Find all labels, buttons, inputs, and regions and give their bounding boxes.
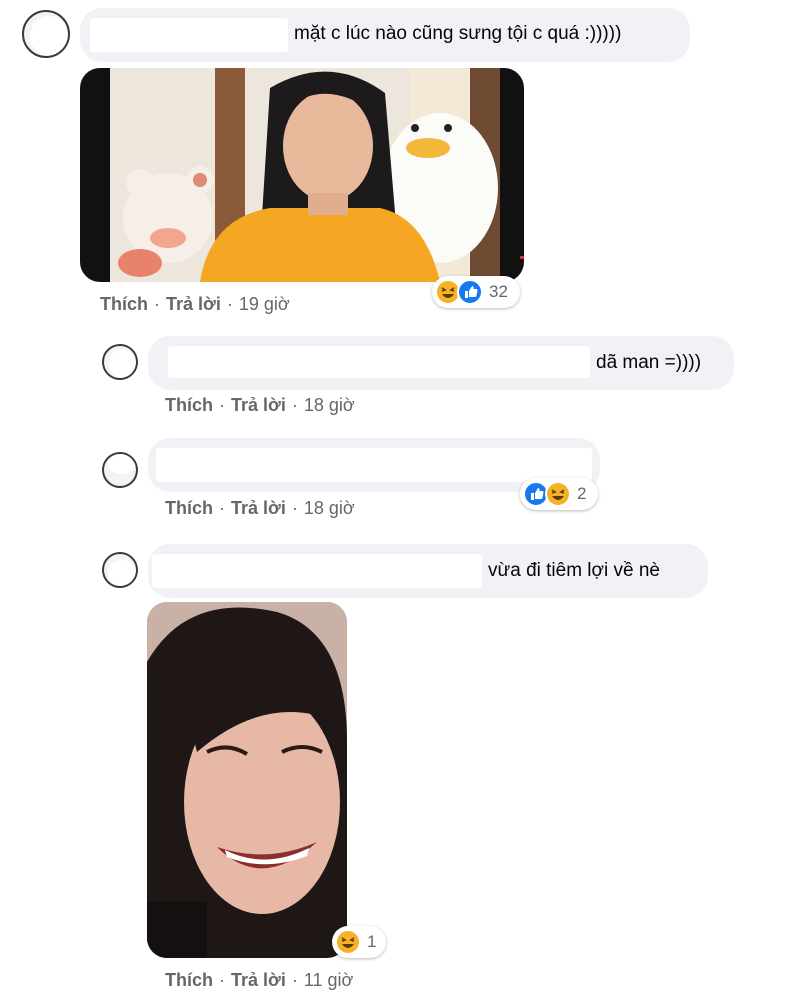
reaction-summary[interactable]: 2 [520, 478, 598, 510]
comment-text: mặt c lúc nào cũng sưng tội c quá :))))) [294, 23, 622, 44]
timestamp[interactable]: 19 giờ [239, 294, 290, 314]
reaction-summary[interactable]: 32 [432, 276, 520, 308]
comment-photo[interactable] [80, 68, 524, 282]
comment-text: vừa đi tiêm lợi về nè [488, 560, 660, 581]
reply-link[interactable]: Trả lời [231, 498, 286, 518]
comment-actions: Thích · Trả lời · 19 giờ [100, 294, 290, 315]
separator: · [291, 970, 298, 990]
reaction-count: 32 [489, 282, 508, 301]
smiling-girl-photo [147, 602, 347, 958]
timestamp[interactable]: 11 giờ [304, 970, 354, 990]
reaction-count: 2 [577, 484, 587, 503]
comment-actions: Thích · Trả lời · 18 giờ [165, 395, 355, 416]
like-icon [457, 279, 483, 305]
like-link[interactable]: Thích [165, 395, 213, 415]
redacted-username [168, 346, 590, 378]
commenter-avatar[interactable] [102, 452, 138, 488]
separator: · [226, 294, 233, 314]
separator: · [219, 498, 225, 518]
commenter-avatar[interactable] [102, 344, 138, 380]
redacted-username [90, 18, 288, 52]
like-link[interactable]: Thích [100, 294, 148, 314]
separator: · [219, 970, 225, 990]
comment-actions: Thích · Trả lời · 11 giờ [165, 970, 353, 991]
redacted-comment [156, 448, 592, 482]
separator: · [291, 498, 298, 518]
timestamp[interactable]: 18 giờ [304, 395, 355, 415]
separator: · [154, 294, 160, 314]
reply-link[interactable]: Trả lời [166, 294, 221, 314]
girl-orange-shirt-photo [80, 68, 524, 282]
redacted-username [152, 554, 482, 588]
like-link[interactable]: Thích [165, 498, 213, 518]
commenter-avatar[interactable] [102, 552, 138, 588]
comment-text: dã man =)))) [596, 352, 702, 373]
reply-link[interactable]: Trả lời [231, 970, 286, 990]
commenter-avatar[interactable] [22, 10, 70, 58]
reply-link[interactable]: Trả lời [231, 395, 286, 415]
separator: · [291, 395, 298, 415]
comment-photo[interactable] [147, 602, 347, 958]
reaction-count: 1 [367, 932, 377, 951]
separator: · [219, 395, 225, 415]
reaction-summary[interactable]: 1 [332, 926, 386, 958]
haha-icon [545, 481, 571, 507]
haha-icon [335, 929, 361, 955]
comment-actions: Thích · Trả lời · 18 giờ [165, 498, 355, 519]
like-link[interactable]: Thích [165, 970, 213, 990]
timestamp[interactable]: 18 giờ [304, 498, 355, 518]
